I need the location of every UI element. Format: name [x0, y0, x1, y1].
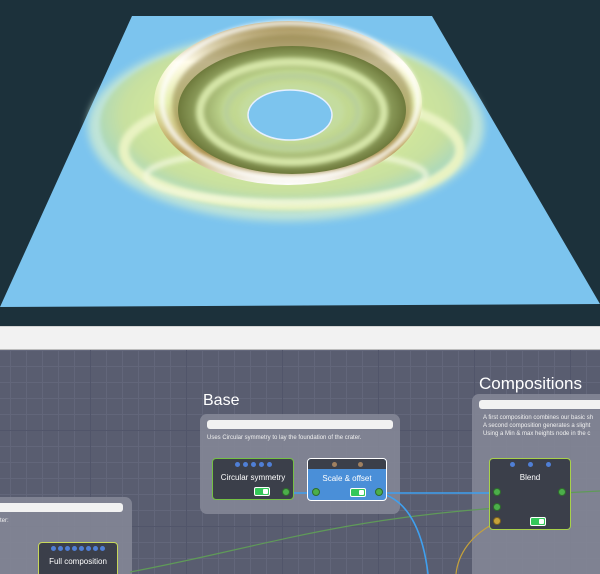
- param-dot[interactable]: [527, 462, 533, 467]
- wire-green[interactable]: [129, 507, 498, 573]
- param-dot[interactable]: [545, 462, 551, 467]
- crater-center-hole: [247, 89, 333, 141]
- param-dot[interactable]: [266, 462, 272, 467]
- param-dot[interactable]: [509, 462, 515, 467]
- param-dot[interactable]: [358, 462, 363, 467]
- preview-toggle[interactable]: [530, 517, 546, 526]
- param-dot[interactable]: [250, 462, 256, 467]
- 3d-preview-viewport[interactable]: [0, 0, 600, 326]
- input-port[interactable]: [312, 488, 320, 496]
- input-param-dots: [39, 546, 117, 551]
- node-circular-symmetry[interactable]: Circular symmetry: [212, 458, 294, 500]
- node-title: Scale & offset: [322, 474, 372, 483]
- param-dot[interactable]: [258, 462, 264, 467]
- param-dot[interactable]: [79, 546, 84, 551]
- node-blend[interactable]: Blend: [489, 458, 571, 530]
- param-dot[interactable]: [332, 462, 337, 467]
- node-title: Full composition: [49, 557, 107, 566]
- param-dot[interactable]: [234, 462, 240, 467]
- panel-splitter[interactable]: [0, 326, 600, 350]
- param-dot[interactable]: [51, 546, 56, 551]
- node-title: Blend: [519, 473, 541, 482]
- output-port[interactable]: [282, 488, 290, 496]
- node-full-composition[interactable]: Full composition: [38, 542, 118, 574]
- node-title: Circular symmetry: [220, 473, 286, 482]
- node-header: [308, 459, 386, 469]
- node-scale-offset[interactable]: Scale & offset: [307, 458, 387, 501]
- param-dot[interactable]: [93, 546, 98, 551]
- input-param-dots: [213, 462, 293, 467]
- input-param-dots: [490, 462, 570, 467]
- param-dot[interactable]: [242, 462, 248, 467]
- param-dot[interactable]: [86, 546, 91, 551]
- preview-toggle[interactable]: [350, 488, 366, 497]
- param-dot[interactable]: [100, 546, 105, 551]
- output-port[interactable]: [558, 488, 566, 496]
- preview-toggle[interactable]: [254, 487, 270, 496]
- input-port-1[interactable]: [493, 488, 501, 496]
- input-port-mask[interactable]: [493, 517, 501, 525]
- param-dot[interactable]: [58, 546, 63, 551]
- param-dot[interactable]: [65, 546, 70, 551]
- output-port[interactable]: [375, 488, 383, 496]
- param-dot[interactable]: [72, 546, 77, 551]
- terrain-render: [0, 16, 600, 307]
- node-graph-canvas[interactable]: ter: Base Uses Circular symmetry to lay …: [0, 350, 600, 574]
- input-port-2[interactable]: [493, 503, 501, 511]
- wire-blue-down[interactable]: [378, 492, 429, 574]
- app-root: ter: Base Uses Circular symmetry to lay …: [0, 0, 600, 574]
